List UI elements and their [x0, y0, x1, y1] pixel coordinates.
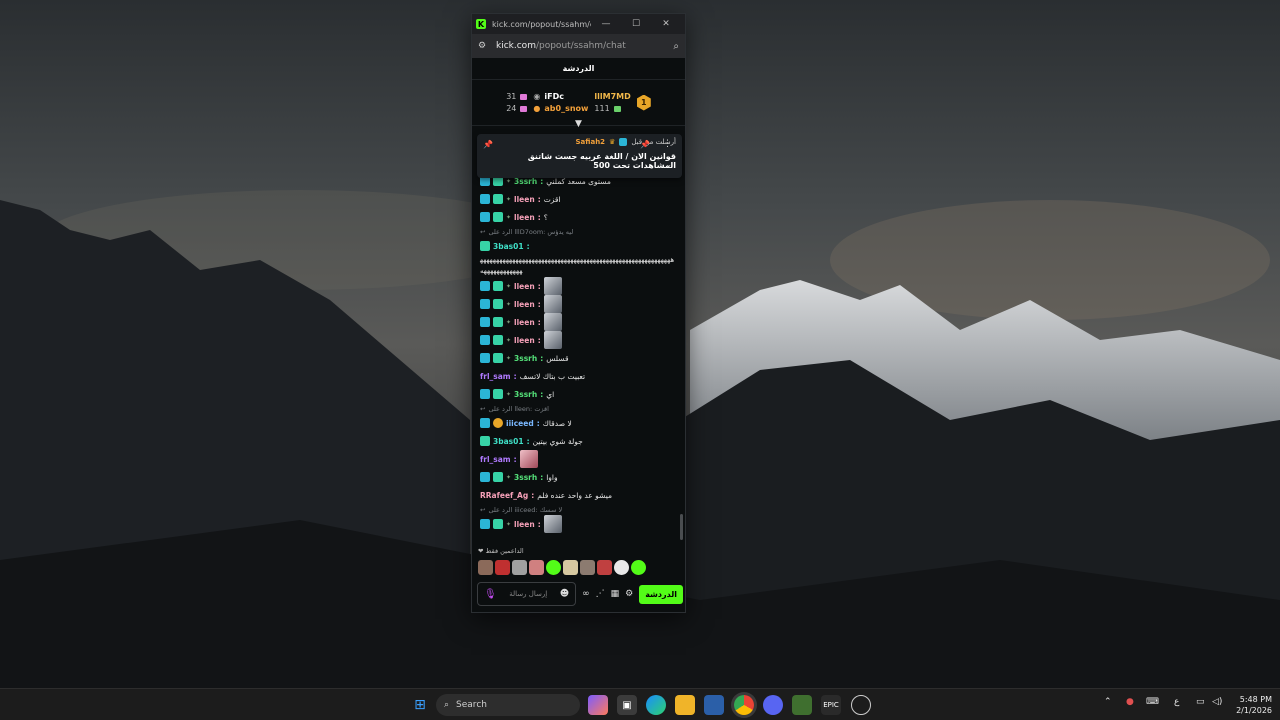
chat-message-text: هههههههههههههههههههههههههههههههههههههههه…: [480, 256, 675, 275]
network-icon[interactable]: ▭: [1196, 697, 1205, 707]
chat-send-button[interactable]: الدردشة: [639, 584, 683, 604]
volume-icon[interactable]: ◁): [1212, 697, 1222, 707]
emote-icon[interactable]: [563, 560, 578, 575]
chat-message: iiiceed: لا صدقاك: [480, 414, 677, 432]
store-app-icon[interactable]: ▣: [617, 695, 637, 715]
copilot-icon[interactable]: [588, 695, 608, 715]
more-options-icon[interactable]: ⋮: [663, 139, 672, 149]
badge-icon: ◉: [533, 92, 541, 101]
chat-message: ✦ lleen:: [480, 515, 677, 533]
chat-message: ✦ lleen: اقزت: [480, 190, 677, 208]
rank-badge: 1: [636, 94, 651, 111]
emote-image: [543, 295, 562, 313]
epic-games-icon[interactable]: EPIC: [821, 695, 841, 715]
tray-chevron-up-icon[interactable]: ⌃: [1104, 697, 1112, 707]
infinity-icon[interactable]: ∞: [582, 589, 590, 599]
emoji-icon[interactable]: ☻: [560, 589, 569, 599]
gift-leaderboard: 31 24 ◉ iFDc ● ab0_snow lllM7MD 111 1 ▼: [472, 80, 685, 129]
crown-icon: ♛: [609, 138, 616, 146]
share-icon[interactable]: ⋰: [596, 589, 605, 599]
leaderboard-user[interactable]: iFDc: [544, 92, 564, 101]
app-icon[interactable]: [792, 695, 812, 715]
reply-context: ↩ الرد على lllD7oom: ليه يدؤس: [480, 227, 574, 236]
emote-icon[interactable]: [597, 560, 612, 575]
chat-message: frl_sam: تعبيت ب بتاك لاتسف: [480, 371, 586, 381]
badge-icon: ●: [533, 104, 541, 113]
file-explorer-icon[interactable]: [675, 695, 695, 715]
chat-title: الدردشة: [472, 58, 685, 80]
gift-icon: [520, 93, 528, 100]
emote-image: [519, 450, 538, 468]
scrollbar[interactable]: [680, 514, 683, 540]
chat-message: frl_sam:: [480, 450, 677, 468]
keyboard-icon[interactable]: ⌨: [1146, 697, 1159, 707]
system-clock[interactable]: 5:48 PM 2/1/2026: [1230, 694, 1272, 716]
emote-icon[interactable]: [614, 560, 629, 575]
quick-emotes: [478, 560, 646, 575]
emote-icon[interactable]: [580, 560, 595, 575]
chrome-browser-icon[interactable]: [734, 695, 754, 715]
photos-app-icon[interactable]: [704, 695, 724, 715]
emote-image: [543, 331, 562, 349]
message-input[interactable]: 🎙 إرسال رسالة ☻: [477, 582, 577, 606]
chat-message: ✦ lleen: ؟: [480, 208, 677, 226]
chat-message: ✦ 3ssrh: قسلس: [480, 349, 677, 367]
unpin-icon[interactable]: 📌: [640, 140, 650, 149]
chat-input-bar: 🎙 إرسال رسالة ☻ ∞ ⋰ ▦ ⚙ الدردشة: [477, 581, 683, 607]
site-settings-icon[interactable]: ⚙: [478, 41, 492, 51]
emote-image: [543, 277, 562, 295]
chat-popout-window: K kick.com/popout/ssahm/ch... — ☐ ✕ ⚙ ki…: [471, 13, 686, 613]
emote-icon[interactable]: [478, 560, 493, 575]
start-windows-icon[interactable]: ⊞: [410, 695, 430, 715]
emote-image: [543, 313, 562, 331]
leaderboard-user[interactable]: ab0_snow: [544, 104, 588, 113]
app-icon[interactable]: [851, 695, 871, 715]
chevron-down-icon[interactable]: ⌄: [665, 160, 672, 169]
url-text[interactable]: kick.com/popout/ssahm/chat: [496, 41, 673, 51]
search-icon: ⌕: [444, 700, 450, 710]
gift-icon: [613, 105, 621, 112]
pinned-message[interactable]: أرسلت من قبل ♛ Safiah2 قوانين الان / الل…: [477, 134, 682, 178]
emote-icon[interactable]: [631, 560, 646, 575]
chat-message: ✦ 3ssrh: واوا: [480, 468, 677, 486]
emote-image: [543, 515, 562, 533]
pin-icon: 📌: [483, 140, 493, 149]
settings-gear-icon[interactable]: ⚙: [625, 589, 633, 599]
zoom-icon[interactable]: ⌕: [673, 41, 679, 52]
microphone-icon[interactable]: 🎙: [484, 589, 497, 600]
emote-icon[interactable]: [546, 560, 561, 575]
chat-messages: ✦ 3ssrh: مستوى مسعد كملني ✦ lleen: اقزت ✦ lle…: [472, 128, 685, 558]
mic-tray-icon[interactable]: ●: [1126, 697, 1134, 707]
chat-message: ✦ lleen:: [480, 313, 677, 331]
window-title: kick.com/popout/ssahm/ch...: [492, 19, 591, 29]
emote-icon[interactable]: [529, 560, 544, 575]
chat-message: ✦ 3ssrh: اي: [480, 385, 677, 403]
edge-browser-icon[interactable]: [646, 695, 666, 715]
chat-message: ✦ lleen:: [480, 295, 677, 313]
reply-context: ↩ الرد على lleen: اقزت: [480, 404, 549, 413]
gift-icon: [520, 105, 528, 112]
store-icon[interactable]: ▦: [611, 589, 620, 599]
chat-message: RRafeef_Ag: ميشو عد واحد عنده فلم: [480, 490, 612, 500]
minimize-icon[interactable]: —: [591, 19, 621, 29]
discord-icon[interactable]: [763, 695, 783, 715]
chat-message: 3bas01:: [480, 237, 677, 255]
windows-taskbar: ⊞ ⌕ Search ▣ EPIC ⌃ ● ⌨ ع ▭ ◁) 5:48 PM 2…: [0, 688, 1280, 720]
maximize-icon[interactable]: ☐: [621, 19, 651, 29]
close-icon[interactable]: ✕: [651, 19, 681, 29]
reply-context: ↩ الرد على iiiceed: لا سسك: [480, 505, 563, 514]
chat-message: ✦ lleen:: [480, 331, 677, 349]
address-bar[interactable]: ⚙ kick.com/popout/ssahm/chat ⌕: [472, 34, 685, 58]
title-bar: K kick.com/popout/ssahm/ch... — ☐ ✕: [472, 14, 685, 34]
leaderboard-user[interactable]: lllM7MD: [594, 92, 630, 101]
kick-favicon-icon: K: [476, 19, 486, 29]
supporters-label: الداعمين فقط ❤: [478, 547, 524, 555]
taskbar-search[interactable]: ⌕ Search: [436, 694, 580, 716]
input-language[interactable]: ع: [1174, 697, 1179, 707]
emote-icon[interactable]: [512, 560, 527, 575]
emote-icon[interactable]: [495, 560, 510, 575]
chat-message: 3bas01: جولة شوي بيتين: [480, 432, 677, 450]
chat-message: ✦ lleen:: [480, 277, 677, 295]
pinned-message-text: قوانين الان / اللغة عربيه جست شاتنق المش…: [527, 152, 676, 170]
